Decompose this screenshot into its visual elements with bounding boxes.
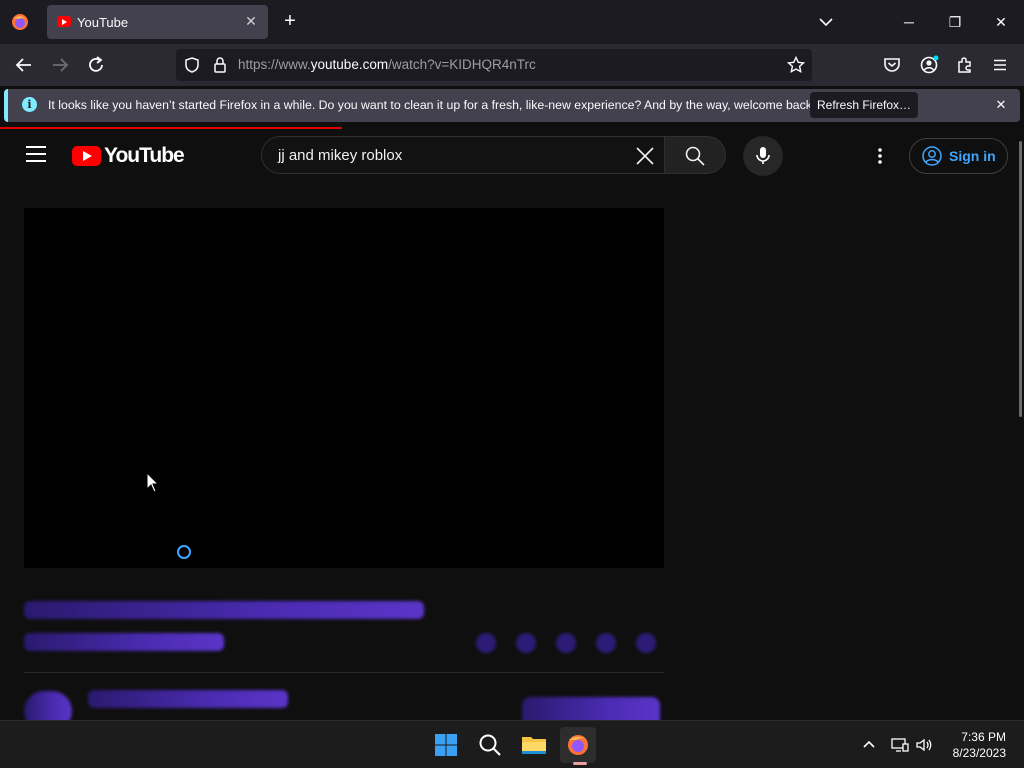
sign-in-button[interactable]: Sign in: [909, 138, 1008, 174]
forward-arrow-icon[interactable]: [47, 52, 73, 78]
tab-title: YouTube: [77, 15, 129, 30]
volume-icon[interactable]: [914, 735, 934, 755]
tab-strip: YouTube ✕ + ─ ❐ ✕: [0, 0, 1024, 44]
title-skeleton: [24, 601, 424, 619]
mouse-cursor-icon: [146, 472, 160, 493]
reload-icon[interactable]: [83, 52, 109, 78]
youtube-play-logo-icon: [72, 146, 101, 166]
search-icon: [685, 146, 705, 166]
system-clock[interactable]: 7:36 PM 8/23/2023: [953, 729, 1006, 761]
user-circle-icon: [922, 146, 942, 166]
subscribe-skeleton: [522, 697, 660, 720]
action-skeleton: [556, 633, 576, 653]
search-query-text: jj and mikey roblox: [278, 147, 403, 164]
action-skeleton: [596, 633, 616, 653]
back-arrow-icon[interactable]: [11, 52, 37, 78]
window-close-icon[interactable]: ✕: [978, 0, 1024, 44]
settings-more-icon[interactable]: [870, 146, 890, 166]
tracking-protection-shield-icon[interactable]: [182, 55, 202, 75]
action-skeleton: [516, 633, 536, 653]
start-icon[interactable]: [428, 727, 464, 763]
action-skeleton: [476, 633, 496, 653]
info-icon: i: [22, 97, 37, 112]
microphone-icon: [756, 147, 770, 164]
firefox-running-indicator: [573, 762, 587, 765]
guide-menu-icon[interactable]: [26, 146, 46, 162]
new-tab-plus-icon[interactable]: +: [279, 10, 301, 32]
youtube-favicon-icon: [57, 16, 71, 27]
tab-youtube[interactable]: YouTube ✕: [47, 5, 268, 39]
firefox-icon[interactable]: [560, 727, 596, 763]
app-menu-hamburger-icon[interactable]: [987, 52, 1013, 78]
loading-spinner-icon: [177, 545, 191, 559]
clock-time: 7:36 PM: [961, 730, 1006, 744]
content-divider: [24, 672, 664, 673]
youtube-logo-text: YouTube: [104, 144, 185, 167]
bookmark-star-icon[interactable]: [786, 55, 806, 75]
lock-icon[interactable]: [210, 55, 230, 75]
youtube-page: YouTube jj and mikey roblox Sign in: [0, 129, 1018, 720]
windows-taskbar: 7:36 PM 8/23/2023: [0, 720, 1024, 768]
refresh-firefox-notification: i It looks like you haven’t started Fire…: [4, 89, 1020, 122]
channel-avatar-skeleton: [24, 691, 72, 720]
notification-close-icon[interactable]: ✕: [992, 96, 1010, 114]
page-scrollbar[interactable]: [1018, 129, 1024, 720]
pocket-icon[interactable]: [879, 52, 905, 78]
network-icon[interactable]: [890, 735, 910, 755]
firefox-view-icon[interactable]: [10, 12, 30, 32]
search-input[interactable]: jj and mikey roblox: [261, 136, 664, 174]
search-button[interactable]: [664, 136, 726, 174]
subtitle-skeleton: [24, 633, 224, 651]
account-icon[interactable]: [916, 52, 942, 78]
url-text[interactable]: https://www.youtube.com/watch?v=KIDHQR4n…: [238, 57, 536, 72]
tab-close-icon[interactable]: ✕: [242, 12, 260, 30]
navigation-toolbar: https://www.youtube.com/watch?v=KIDHQR4n…: [0, 44, 1024, 86]
extensions-puzzle-icon[interactable]: [952, 52, 978, 78]
clock-date: 8/23/2023: [952, 746, 1006, 760]
list-all-tabs-chevron-icon[interactable]: [816, 12, 836, 32]
address-bar[interactable]: https://www.youtube.com/watch?v=KIDHQR4n…: [176, 49, 812, 81]
restore-icon[interactable]: ❐: [932, 0, 978, 44]
refresh-firefox-button[interactable]: Refresh Firefox…: [810, 92, 918, 118]
search-icon[interactable]: [472, 727, 508, 763]
clear-search-icon[interactable]: [634, 145, 656, 167]
voice-search-button[interactable]: [743, 136, 783, 176]
file-explorer-icon[interactable]: [516, 727, 552, 763]
minimize-icon[interactable]: ─: [886, 0, 932, 44]
channel-name-skeleton: [88, 690, 288, 708]
notification-message: It looks like you haven’t started Firefo…: [48, 98, 816, 112]
show-hidden-icons-chevron-icon[interactable]: [859, 735, 879, 755]
video-player[interactable]: [24, 208, 664, 568]
scrollbar-thumb[interactable]: [1019, 141, 1022, 417]
sign-in-label: Sign in: [949, 148, 996, 164]
action-skeleton: [636, 633, 656, 653]
